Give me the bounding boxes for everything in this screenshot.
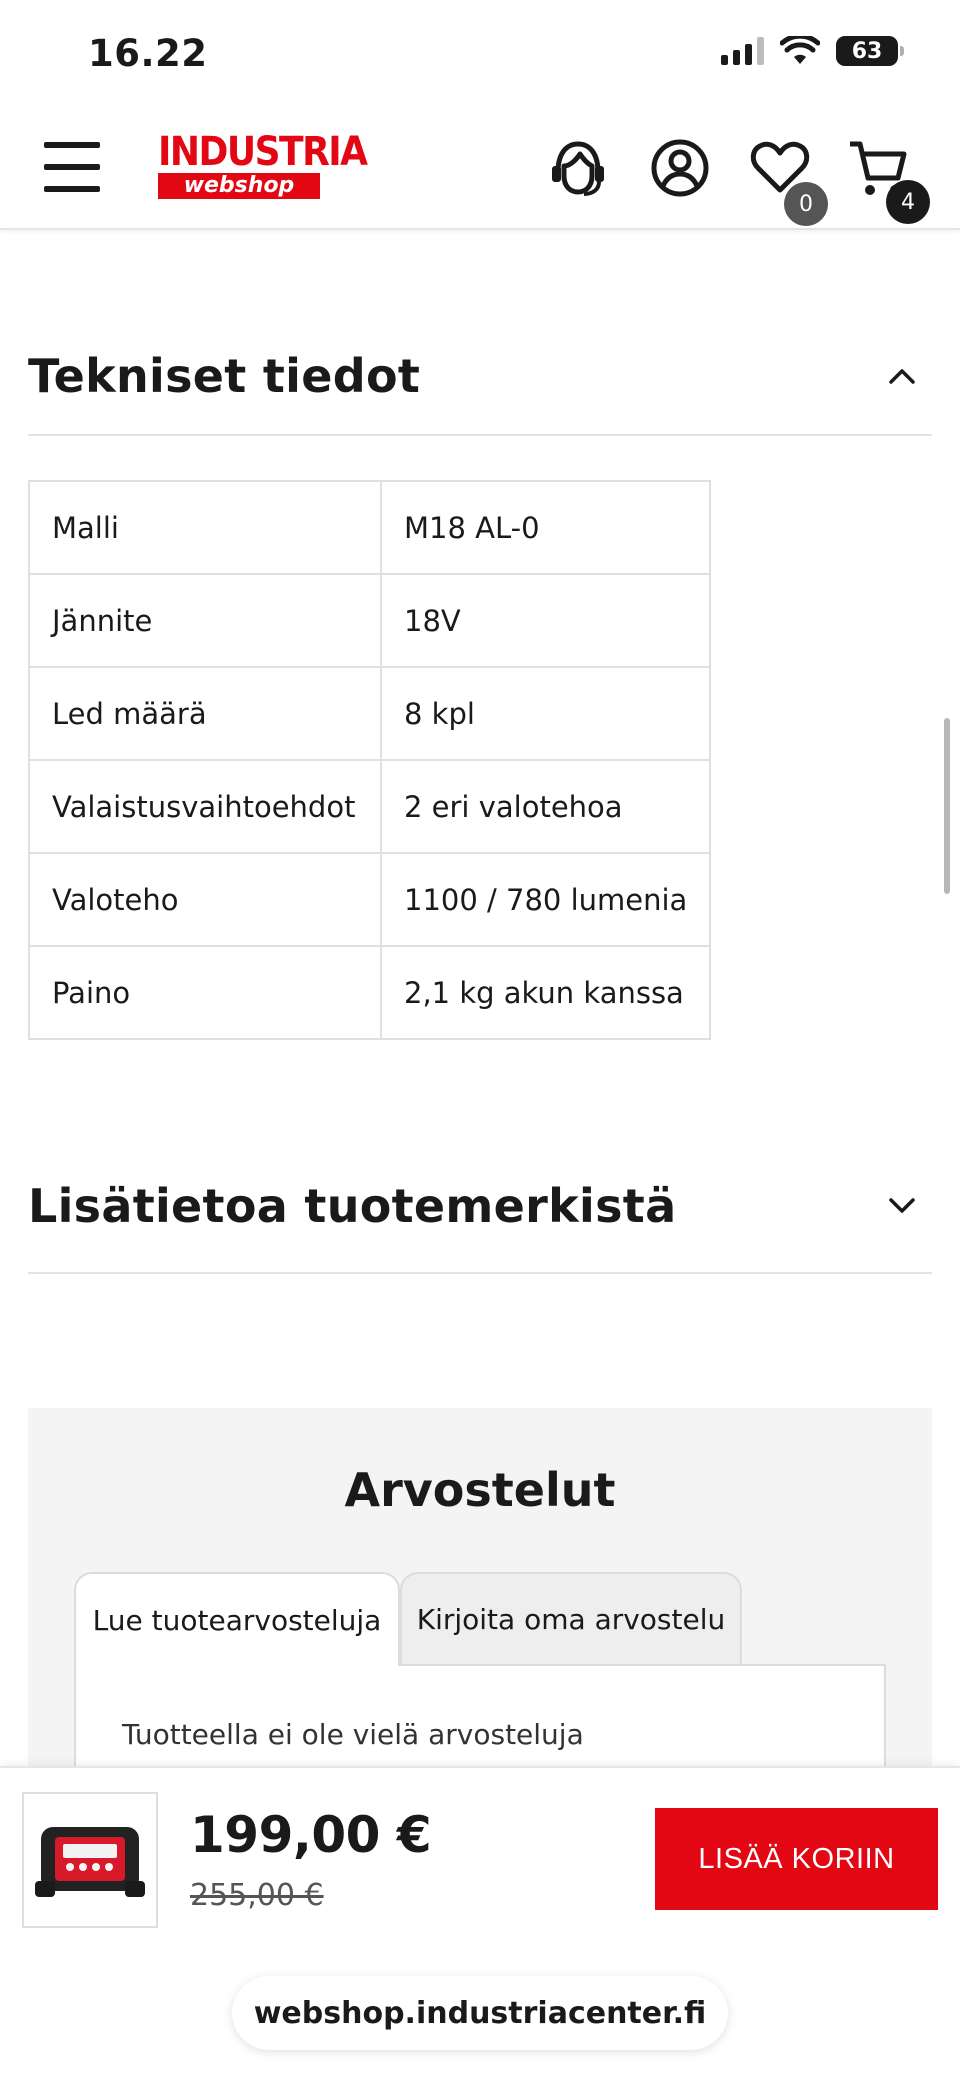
- spec-row: Malli M18 AL-0: [28, 480, 712, 575]
- wifi-icon: [780, 36, 820, 64]
- status-time: 16.22: [88, 32, 208, 75]
- spec-key: Valoteho: [28, 852, 382, 947]
- spec-key: Jännite: [28, 573, 382, 668]
- spec-value: M18 AL-0: [379, 480, 712, 575]
- logo-wordmark: INDUSTRIA: [158, 129, 368, 175]
- chevron-down-icon[interactable]: [872, 1176, 932, 1236]
- spec-value: 18V: [379, 573, 712, 668]
- spec-row: Valaistusvaihtoehdot 2 eri valotehoa: [28, 759, 712, 854]
- brand-info-header[interactable]: Lisätietoa tuotemerkistä: [28, 1140, 932, 1274]
- logo-subtitle: webshop: [158, 173, 320, 199]
- spec-value: 2,1 kg akun kanssa: [379, 945, 712, 1040]
- tech-specs-title: Tekniset tiedot: [28, 349, 421, 403]
- account-icon[interactable]: [648, 136, 712, 200]
- industria-logo[interactable]: INDUSTRIA webshop: [158, 129, 368, 202]
- spec-key: Paino: [28, 945, 382, 1040]
- sticky-buy-bar: 199,00 € 255,00 € LISÄÄ KORIIN: [0, 1766, 960, 1976]
- menu-icon[interactable]: [44, 142, 100, 192]
- spec-value: 1100 / 780 lumenia: [379, 852, 712, 947]
- cart-count-badge: 4: [886, 180, 930, 224]
- spec-row: Paino 2,1 kg akun kanssa: [28, 945, 712, 1040]
- address-bar[interactable]: webshop.industriacenter.fi: [232, 1976, 728, 2050]
- status-icons: 63: [721, 36, 904, 66]
- page-scrollbar[interactable]: [944, 718, 950, 894]
- spec-row: Valoteho 1100 / 780 lumenia: [28, 852, 712, 947]
- browser-bottom-bar: webshop.industriacenter.fi: [0, 1976, 960, 2077]
- battery-level: 63: [851, 38, 883, 64]
- chevron-up-icon[interactable]: [872, 346, 932, 406]
- spec-row: Jännite 18V: [28, 573, 712, 668]
- spec-key: Malli: [28, 480, 382, 575]
- original-price: 255,00 €: [190, 1878, 324, 1913]
- wishlist-count-badge: 0: [784, 182, 828, 226]
- reviews-title: Arvostelut: [344, 1463, 616, 1517]
- spec-row: Led määrä 8 kpl: [28, 666, 712, 761]
- cellular-signal-icon: [721, 37, 764, 65]
- tab-read-reviews[interactable]: Lue tuotearvosteluja: [74, 1572, 400, 1666]
- spec-key: Valaistusvaihtoehdot: [28, 759, 382, 854]
- product-thumbnail[interactable]: [22, 1792, 158, 1928]
- brand-info-title: Lisätietoa tuotemerkistä: [28, 1179, 677, 1233]
- add-to-cart-button[interactable]: LISÄÄ KORIIN: [655, 1808, 938, 1910]
- spec-value: 2 eri valotehoa: [379, 759, 712, 854]
- spec-key: Led määrä: [28, 666, 382, 761]
- tab-write-review[interactable]: Kirjoita oma arvostelu: [400, 1572, 742, 1666]
- status-bar: 16.22 63: [0, 0, 960, 110]
- battery-icon: 63: [836, 36, 904, 66]
- current-price: 199,00 €: [190, 1806, 432, 1864]
- work-light-image: [35, 1827, 145, 1897]
- tech-specs-table: Malli M18 AL-0 Jännite 18V Led määrä 8 kpl Val…: [28, 480, 712, 1040]
- site-header: INDUSTRIA webshop 0 4: [0, 110, 960, 230]
- customer-service-icon[interactable]: [546, 136, 610, 200]
- no-reviews-text: Tuotteella ei ole vielä arvosteluja: [122, 1718, 584, 1751]
- reviews-section: Arvostelut Lue tuotearvosteluja Kirjoita…: [28, 1408, 932, 1784]
- tech-specs-header[interactable]: Tekniset tiedot: [28, 318, 932, 436]
- spec-value: 8 kpl: [379, 666, 712, 761]
